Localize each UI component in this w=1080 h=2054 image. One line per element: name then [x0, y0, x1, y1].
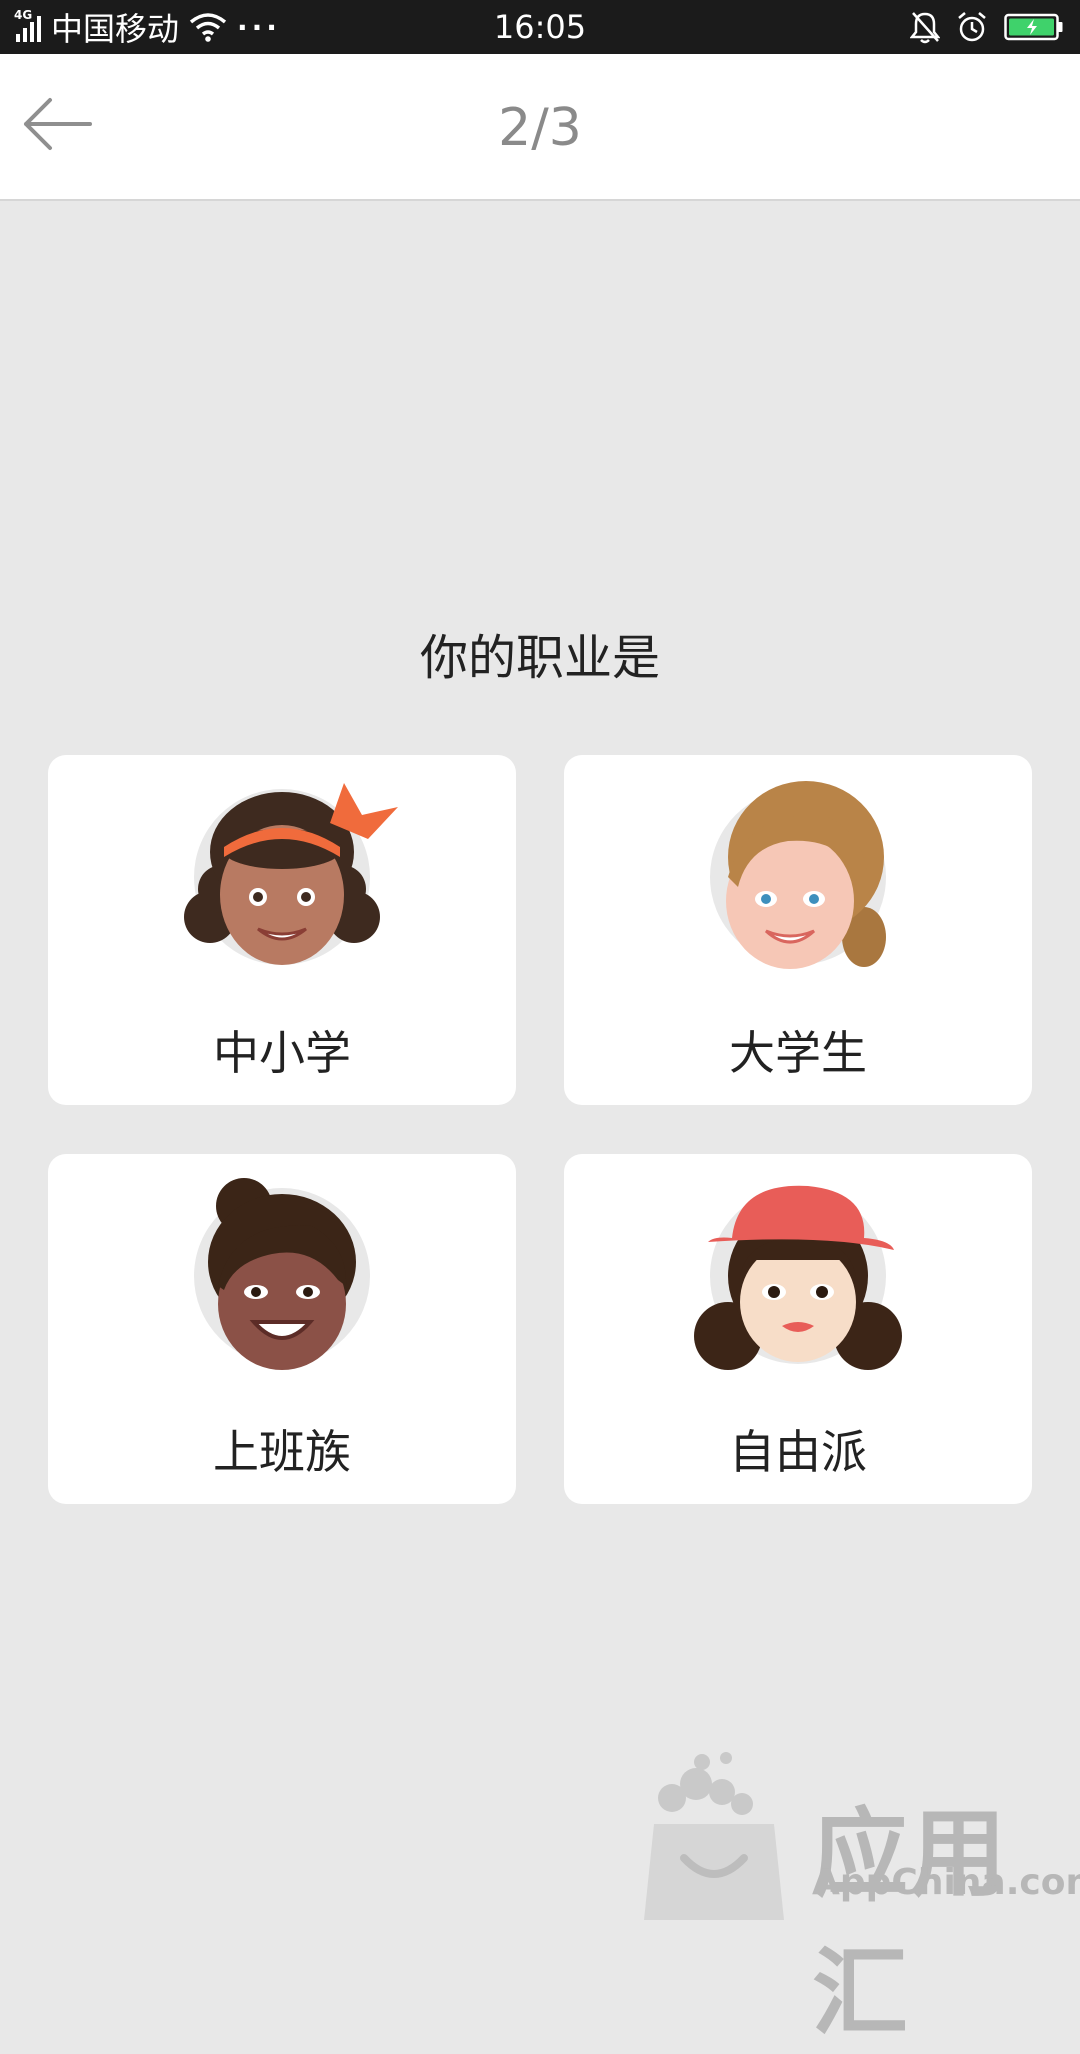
appchina-watermark: 应用汇 AppChina.com — [636, 1736, 1080, 2049]
top-bar: 2/3 — [0, 54, 1080, 201]
option-label: 大学生 — [729, 1026, 867, 1080]
status-right — [910, 0, 1064, 54]
option-card-freelancer[interactable]: 自由派 — [564, 1154, 1032, 1504]
option-card-primary-student[interactable]: 中小学 — [48, 755, 516, 1105]
option-label: 上班族 — [213, 1425, 351, 1479]
woman-with-ponytail-avatar — [710, 781, 886, 969]
watermark-brand-cn: 应用汇 — [812, 1798, 1008, 2049]
notification-off-icon — [910, 12, 940, 44]
woman-with-red-hat-avatar — [694, 1185, 902, 1370]
question-title: 你的职业是 — [419, 630, 660, 686]
option-card-college-student[interactable]: 大学生 — [564, 755, 1032, 1105]
battery-charging-icon — [1004, 13, 1063, 41]
option-card-office-worker[interactable]: 上班族 — [48, 1154, 516, 1504]
woman-with-bun-avatar — [194, 1178, 370, 1370]
shopping-bag-logo-icon — [644, 1752, 784, 1920]
alarm-icon — [958, 12, 986, 42]
status-bar: 4G 中国移动 ··· 16:05 — [0, 0, 1080, 54]
option-label: 中小学 — [213, 1026, 351, 1080]
option-label: 自由派 — [729, 1425, 867, 1479]
girl-with-headband-avatar — [184, 783, 398, 965]
step-indicator: 2/3 — [498, 98, 582, 158]
watermark-brand-en: AppChina.com — [812, 1862, 1080, 1903]
